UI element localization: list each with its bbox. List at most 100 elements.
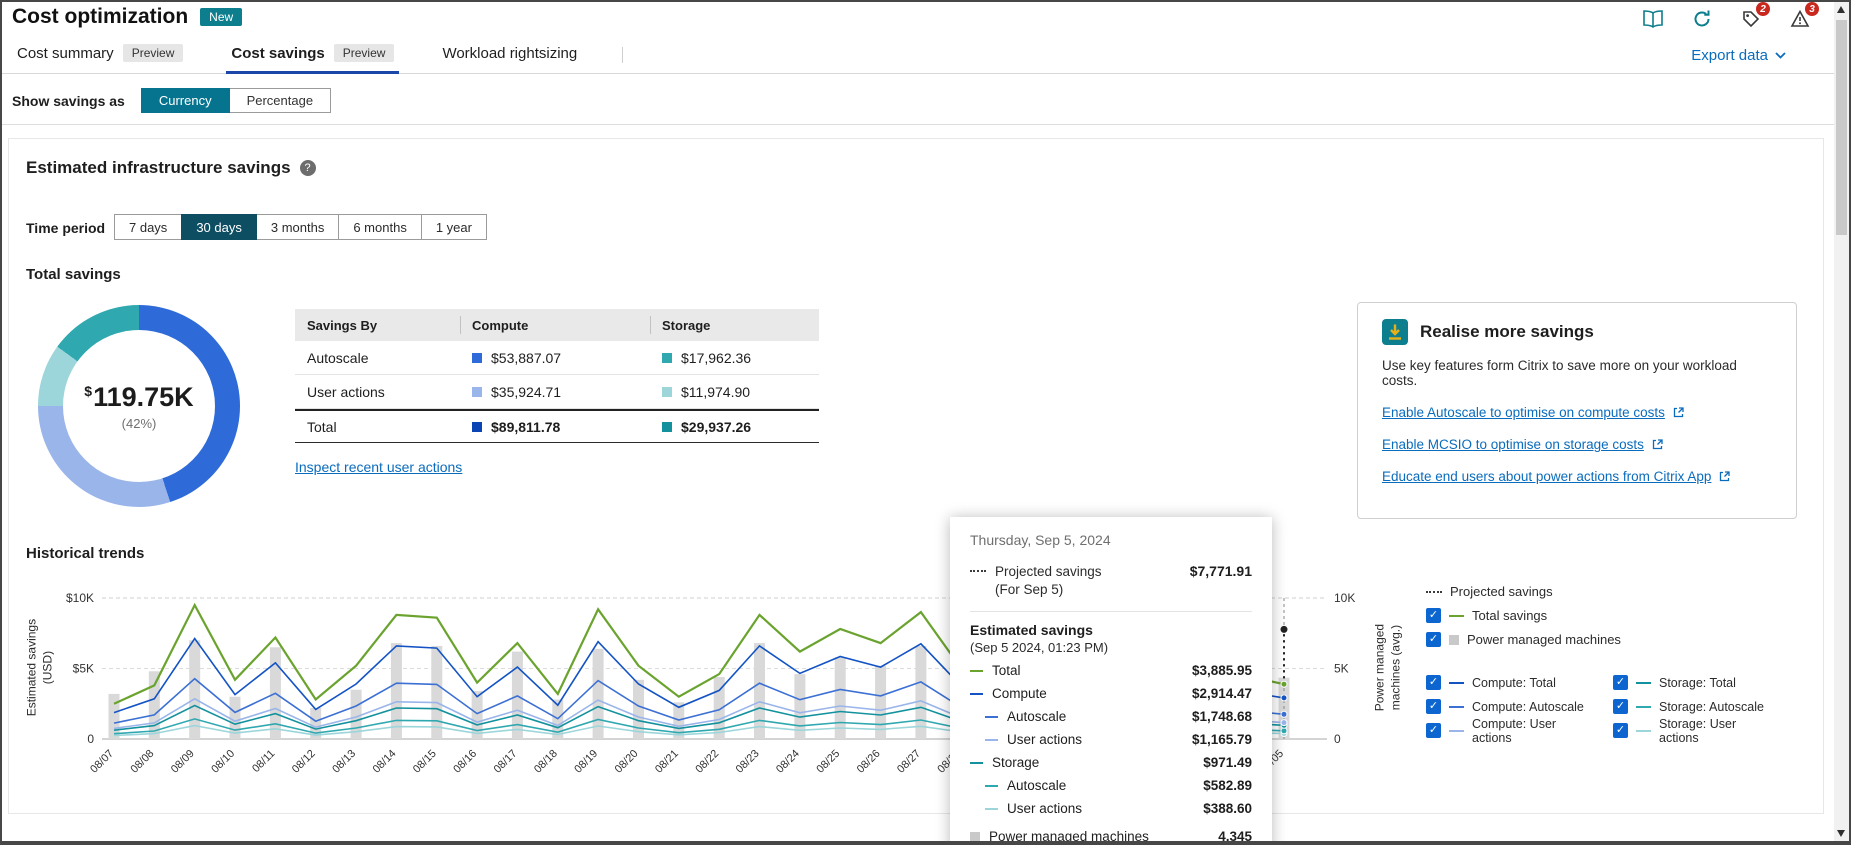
checkbox-checked[interactable] bbox=[1426, 608, 1441, 623]
svg-text:08/27: 08/27 bbox=[895, 748, 923, 776]
svg-text:08/14: 08/14 bbox=[371, 748, 399, 776]
time-period-1-year[interactable]: 1 year bbox=[421, 214, 487, 240]
svg-text:08/19: 08/19 bbox=[572, 748, 600, 776]
time-period-7-days[interactable]: 7 days bbox=[114, 214, 182, 240]
column-header: Savings By bbox=[295, 309, 460, 341]
power-machines-swatch bbox=[1449, 635, 1459, 645]
tooltip-row-total: Total$3,885.95 bbox=[970, 663, 1252, 678]
time-period-selector: 7 days 30 days 3 months 6 months 1 year bbox=[114, 214, 487, 240]
educate-end-users-link[interactable]: Educate end users about power actions fr… bbox=[1382, 469, 1772, 484]
table-row: Autoscale $53,887.07 $17,962.36 bbox=[295, 341, 819, 375]
scrollbar-thumb[interactable] bbox=[1836, 20, 1847, 235]
scroll-up-arrow[interactable] bbox=[1837, 6, 1845, 13]
page-title: Cost optimization bbox=[12, 5, 188, 29]
realise-card-title: Realise more savings bbox=[1420, 322, 1594, 342]
svg-text:08/25: 08/25 bbox=[814, 748, 842, 776]
savings-table-header: Savings By Compute Storage bbox=[295, 309, 819, 341]
row-label: Total bbox=[295, 419, 460, 435]
time-period-3-months[interactable]: 3 months bbox=[256, 214, 339, 240]
tooltip-row-compute-autoscale: Autoscale$1,748.68 bbox=[970, 709, 1252, 724]
tooltip-row-compute: Compute$2,914.47 bbox=[970, 686, 1252, 701]
checkbox-checked[interactable] bbox=[1613, 675, 1628, 690]
legend-item-compute-user-actions[interactable]: Compute: User actions bbox=[1426, 722, 1587, 739]
checkbox-checked[interactable] bbox=[1613, 723, 1628, 738]
total-savings-heading: Total savings bbox=[26, 266, 121, 283]
legend-projected-savings: Projected savings bbox=[1426, 583, 1621, 600]
tab-cost-summary[interactable]: Cost summary Preview bbox=[12, 36, 188, 74]
page-header: Cost optimization New bbox=[12, 5, 242, 29]
svg-text:$5K: $5K bbox=[73, 662, 94, 676]
time-period-6-months[interactable]: 6 months bbox=[338, 214, 421, 240]
tooltip-row-storage: Storage$971.49 bbox=[970, 755, 1252, 770]
tooltip-row-compute-user-actions: User actions$1,165.79 bbox=[970, 732, 1252, 747]
storage-autoscale-swatch bbox=[662, 353, 672, 363]
legend-item-total-savings[interactable]: Total savings bbox=[1426, 607, 1621, 624]
checkbox-checked[interactable] bbox=[1426, 723, 1441, 738]
time-period-30-days[interactable]: 30 days bbox=[181, 214, 257, 240]
export-data-label: Export data bbox=[1691, 47, 1768, 64]
tab-label: Cost summary bbox=[17, 45, 114, 62]
projected-savings-value: $7,771.91 bbox=[1190, 563, 1252, 599]
svg-text:08/21: 08/21 bbox=[653, 748, 681, 776]
tab-cost-savings[interactable]: Cost savings Preview bbox=[226, 36, 399, 74]
legend-item-storage-autoscale[interactable]: Storage: Autoscale bbox=[1613, 698, 1774, 715]
tag-badge-count: 2 bbox=[1756, 2, 1770, 16]
legend-item-compute-autoscale[interactable]: Compute: Autoscale bbox=[1426, 698, 1587, 715]
documentation-book-icon[interactable] bbox=[1642, 8, 1664, 30]
enable-autoscale-link[interactable]: Enable Autoscale to optimise on compute … bbox=[1382, 405, 1772, 420]
tab-workload-rightsizing[interactable]: Workload rightsizing bbox=[437, 36, 582, 74]
enable-mcsio-link[interactable]: Enable MCSIO to optimise on storage cost… bbox=[1382, 437, 1772, 452]
checkbox-checked[interactable] bbox=[1426, 699, 1441, 714]
svg-text:08/18: 08/18 bbox=[532, 748, 560, 776]
alert-badge-count: 3 bbox=[1805, 2, 1819, 16]
chart-tooltip: Thursday, Sep 5, 2024 Projected savings … bbox=[950, 517, 1272, 845]
tag-notifications-icon[interactable]: 2 bbox=[1740, 8, 1762, 30]
compute-autoscale-swatch bbox=[472, 353, 482, 363]
dotted-line-swatch bbox=[970, 570, 986, 599]
svg-text:08/09: 08/09 bbox=[169, 748, 197, 776]
section-title-row: Estimated infrastructure savings bbox=[26, 158, 316, 178]
right-axis-title: Power managed machines (avg.) bbox=[1372, 608, 1403, 728]
svg-text:08/08: 08/08 bbox=[129, 748, 157, 776]
svg-text:0: 0 bbox=[1334, 732, 1341, 746]
export-data-link[interactable]: Export data bbox=[1691, 47, 1786, 64]
section-title: Estimated infrastructure savings bbox=[26, 158, 291, 178]
svg-text:08/07: 08/07 bbox=[88, 748, 116, 776]
legend-item-storage-total[interactable]: Storage: Total bbox=[1613, 674, 1774, 691]
alerts-warning-icon[interactable]: 3 bbox=[1789, 8, 1811, 30]
new-badge: New bbox=[200, 8, 242, 26]
svg-text:08/16: 08/16 bbox=[451, 748, 479, 776]
storage-user-actions-swatch bbox=[1636, 730, 1651, 732]
checkbox-checked[interactable] bbox=[1426, 632, 1441, 647]
legend-item-storage-user-actions[interactable]: Storage: User actions bbox=[1613, 722, 1774, 739]
power-machines-swatch bbox=[970, 832, 980, 842]
checkbox-checked[interactable] bbox=[1613, 699, 1628, 714]
percentage-toggle-button[interactable]: Percentage bbox=[229, 88, 332, 113]
legend-item-power-managed-machines[interactable]: Power managed machines bbox=[1426, 631, 1621, 648]
total-savings-donut[interactable]: $119.75K (42%) bbox=[38, 305, 240, 507]
cost-optimization-screen: Cost optimization New 2 3 Cost summary P… bbox=[0, 0, 1851, 845]
checkbox-checked[interactable] bbox=[1426, 675, 1441, 690]
svg-text:08/22: 08/22 bbox=[693, 748, 721, 776]
scroll-down-arrow[interactable] bbox=[1837, 830, 1845, 837]
donut-total-value: $119.75K bbox=[84, 382, 193, 413]
time-period-label: Time period bbox=[26, 220, 105, 236]
dotted-line-swatch bbox=[1426, 591, 1442, 593]
estimated-savings-timestamp: (Sep 5 2024, 01:23 PM) bbox=[970, 640, 1252, 655]
table-row-total: Total $89,811.78 $29,937.26 bbox=[295, 409, 819, 443]
storage-total-swatch bbox=[662, 422, 672, 432]
row-label: Autoscale bbox=[295, 350, 460, 366]
svg-text:08/26: 08/26 bbox=[855, 748, 883, 776]
help-icon[interactable] bbox=[300, 160, 316, 176]
svg-text:08/11: 08/11 bbox=[250, 748, 277, 775]
scrollbar[interactable] bbox=[1834, 2, 1849, 841]
tab-label: Cost savings bbox=[231, 45, 324, 62]
refresh-icon[interactable] bbox=[1691, 8, 1713, 30]
realise-card-description: Use key features form Citrix to save mor… bbox=[1382, 358, 1772, 388]
inspect-user-actions-link[interactable]: Inspect recent user actions bbox=[295, 459, 462, 475]
currency-toggle-button[interactable]: Currency bbox=[141, 88, 230, 113]
chart-legend: Projected savings Total savings Power ma… bbox=[1426, 583, 1621, 655]
svg-text:5K: 5K bbox=[1334, 662, 1349, 676]
realise-more-savings-card: Realise more savings Use key features fo… bbox=[1357, 302, 1797, 519]
legend-item-compute-total[interactable]: Compute: Total bbox=[1426, 674, 1587, 691]
